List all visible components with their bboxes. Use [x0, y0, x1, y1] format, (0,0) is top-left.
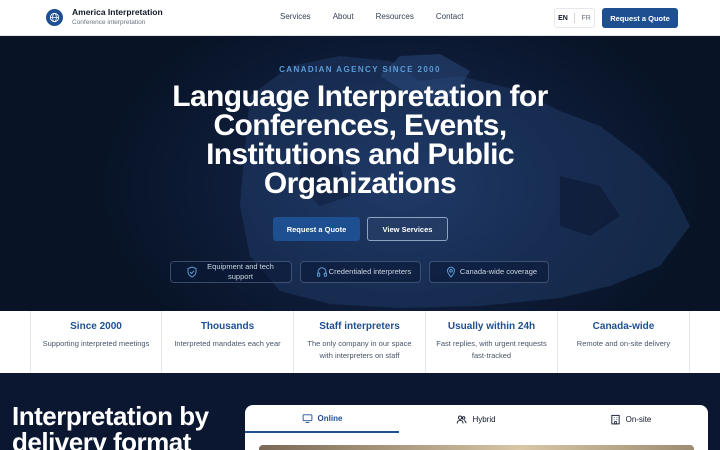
stat-value: Canada-wide: [592, 321, 655, 332]
nav-services[interactable]: Services: [280, 12, 311, 21]
brand-name: America Interpretation: [72, 7, 163, 17]
feature-equipment: Equipment and tech support: [170, 261, 292, 283]
brand[interactable]: America Interpretation Conference interp…: [46, 8, 163, 26]
tab-label: Online: [317, 413, 343, 423]
tab-on-site[interactable]: On-site: [553, 405, 708, 433]
stat-item: Canada-wide Remote and on-site delivery: [558, 311, 690, 373]
delivery-format-image: [259, 445, 694, 450]
main-nav: Services About Resources Contact: [280, 12, 485, 21]
tab-hybrid[interactable]: Hybrid: [399, 405, 553, 433]
hero-section: CANADIAN AGENCY SINCE 2000 Language Inte…: [0, 36, 720, 311]
nav-resources[interactable]: Resources: [376, 12, 414, 21]
stat-value: Since 2000: [70, 321, 122, 332]
stats-bar: Since 2000 Supporting interpreted meetin…: [0, 311, 720, 373]
delivery-tabs-card: Online Hybrid On-site: [245, 405, 708, 450]
stat-description: Fast replies, with urgent requests fast-…: [436, 339, 547, 360]
stat-item: Staff interpreters The only company in o…: [294, 311, 426, 373]
nav-contact[interactable]: Contact: [436, 12, 464, 21]
stat-item: Usually within 24h Fast replies, with ur…: [426, 311, 558, 373]
language-switcher: EN FR: [554, 8, 595, 28]
tab-label: Hybrid: [472, 414, 496, 424]
stat-value: Usually within 24h: [447, 321, 536, 332]
shield-check-icon: [187, 266, 197, 278]
tab-online[interactable]: Online: [245, 405, 399, 433]
nav-about[interactable]: About: [333, 12, 354, 21]
header-quote-button[interactable]: Request a Quote: [602, 8, 678, 28]
feature-label: Credentialed interpreters: [328, 267, 412, 276]
stat-value: Thousands: [200, 321, 255, 332]
lang-fr[interactable]: FR: [581, 15, 590, 22]
map-pin-icon: [446, 266, 456, 278]
feature-interpreters: Credentialed interpreters: [300, 261, 421, 283]
monitor-icon: [302, 413, 312, 423]
feature-label: Equipment and tech support: [207, 262, 274, 281]
delivery-section-title: Interpretation by delivery format: [12, 401, 209, 450]
hero-eyebrow: CANADIAN AGENCY SINCE 2000: [279, 65, 441, 74]
stat-description: Supporting interpreted meetings: [42, 339, 150, 348]
building-icon: [610, 414, 620, 424]
stat-value: Staff interpreters: [319, 321, 400, 332]
stat-item: Since 2000 Supporting interpreted meetin…: [30, 311, 162, 373]
globe-logo-icon: [46, 8, 63, 26]
lang-divider: [574, 13, 576, 23]
site-header: America Interpretation Conference interp…: [0, 0, 720, 36]
brand-subtitle: Conference interpretation: [72, 18, 146, 26]
delivery-format-section: Interpretation by delivery format Online…: [0, 373, 720, 450]
tab-label: On-site: [625, 414, 652, 424]
hero-title: Language Interpretation for Conferences,…: [172, 80, 548, 200]
headphones-icon: [317, 267, 328, 277]
hero-quote-button[interactable]: Request a Quote: [273, 217, 360, 241]
lang-en[interactable]: EN: [558, 15, 568, 22]
users-icon: [457, 415, 467, 423]
feature-label: Canada-wide coverage: [459, 267, 538, 276]
stat-description: Interpreted mandates each year: [174, 339, 281, 348]
stat-item: Thousands Interpreted mandates each year: [162, 311, 294, 373]
stat-description: The only company in our space with inter…: [307, 339, 412, 360]
stat-description: Remote and on-site delivery: [576, 339, 671, 348]
view-services-button[interactable]: View Services: [367, 217, 448, 241]
feature-coverage: Canada-wide coverage: [429, 261, 549, 283]
